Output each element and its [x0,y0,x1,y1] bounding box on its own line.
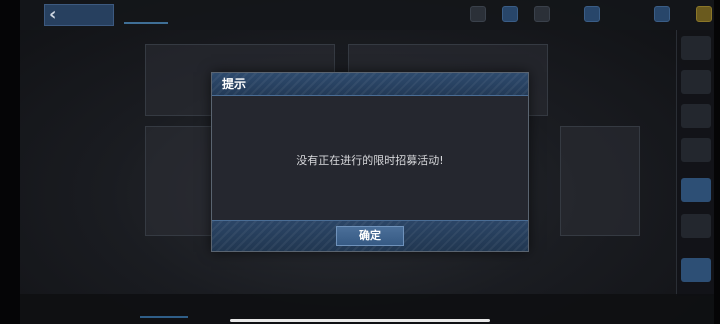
top-bar: ‹ [20,0,714,30]
side-menu-item[interactable] [681,178,711,202]
chevron-left-icon: ‹ [49,4,57,25]
screen-bezel [714,0,720,324]
side-menu-item[interactable] [681,138,711,162]
side-menu-item[interactable] [681,214,711,238]
notice-dialog: 提示 没有正在进行的限时招募活动! 确定 [211,72,529,252]
currency-icon[interactable] [696,6,712,22]
resource-icon [654,6,670,22]
dialog-header: 提示 [212,73,528,96]
background-card [560,126,640,236]
resource-icon [470,6,486,22]
background-card [145,126,215,236]
side-menu-item[interactable] [681,70,711,94]
resource-icon [502,6,518,22]
side-menu-item[interactable] [681,258,711,282]
resource-icon [534,6,550,22]
top-tab[interactable] [124,6,168,24]
home-indicator[interactable] [230,319,490,322]
screen-bezel [0,0,20,324]
right-side-menu [676,30,714,296]
resource-icon [584,6,600,22]
dialog-body: 没有正在进行的限时招募活动! [212,96,528,220]
bottom-tab[interactable] [30,300,78,318]
dialog-footer: 确定 [212,220,528,251]
side-menu-item[interactable] [681,36,711,60]
bottom-tab[interactable] [84,300,132,318]
dialog-title: 提示 [222,77,247,91]
confirm-button[interactable]: 确定 [336,226,404,246]
dialog-message: 没有正在进行的限时招募活动! [296,154,444,167]
side-menu-item[interactable] [681,104,711,128]
bottom-tab[interactable] [140,300,188,318]
back-button[interactable]: ‹ [44,4,114,26]
